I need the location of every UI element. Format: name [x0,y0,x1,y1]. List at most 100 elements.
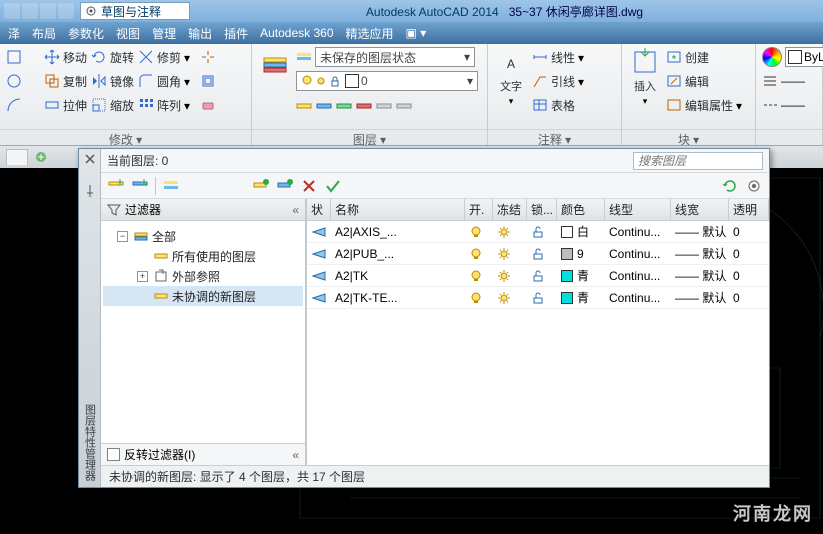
btn-polyline[interactable] [6,46,40,68]
settings-icon[interactable] [745,177,763,195]
tab-item[interactable]: 视图 [116,25,140,42]
stretch-button[interactable]: 拉伸 [44,94,87,116]
erase-icon[interactable] [200,94,218,116]
document-tab[interactable] [6,149,28,165]
edit-button[interactable]: 编辑 [666,70,748,92]
workspace-combo[interactable]: 草图与注释 [80,2,190,20]
panel-label-prop[interactable] [756,129,822,145]
editattr-button[interactable]: 编辑属性▾ [666,94,748,116]
col-trans[interactable]: 透明 [729,199,769,220]
panel-label-layer[interactable]: 图层 ▾ [252,129,487,145]
table-button[interactable]: 表格 [532,94,590,116]
qat-undo-icon[interactable] [40,3,56,19]
new-filter-icon[interactable] [107,177,125,195]
move-button[interactable]: 移动 [44,46,87,68]
mirror-button[interactable]: 镜像 [91,70,134,92]
array-button[interactable]: 阵列▾ [138,94,196,116]
qat-save-icon[interactable] [22,3,38,19]
rotate-button[interactable]: 旋转 [91,46,134,68]
qat-redo-icon[interactable] [58,3,74,19]
copy-button[interactable]: 复制 [44,70,87,92]
trim-button[interactable]: 修剪▾ [138,46,196,68]
new-layer-frozen-icon[interactable] [276,177,294,195]
layer-tool-icon[interactable] [316,98,332,114]
layer-tool-icon[interactable] [356,98,372,114]
col-freeze[interactable]: 冻结 [493,199,527,220]
layer-state-combo[interactable]: 未保存的图层状态▾ [315,47,475,67]
layer-tool-icon[interactable] [296,98,312,114]
tree-node[interactable]: 所有使用的图层 [103,246,303,266]
tab-overflow-icon[interactable]: ▣ ▾ [406,26,427,40]
sun-icon[interactable] [497,269,511,283]
tab-item[interactable]: 参数化 [68,25,104,42]
lock-icon[interactable] [531,291,545,305]
panel-label-annot[interactable]: 注释 ▾ [488,129,621,145]
delete-layer-icon[interactable] [300,177,318,195]
col-lweight[interactable]: 线宽 [671,199,729,220]
pin-icon[interactable] [82,183,98,199]
tab-item[interactable]: 插件 [224,25,248,42]
lock-icon[interactable] [531,225,545,239]
invert-checkbox[interactable] [107,448,120,461]
explode-icon[interactable] [200,46,218,68]
sun-icon[interactable] [497,225,511,239]
layer-tool-icon[interactable] [336,98,352,114]
layer-combo[interactable]: 0▾ [296,71,478,91]
create-button[interactable]: 创建 [666,46,748,68]
bulb-icon[interactable] [469,291,483,305]
filter-tree[interactable]: −全部所有使用的图层+外部参照未协调的新图层 [101,221,305,443]
bulb-icon[interactable] [469,225,483,239]
tab-item[interactable]: 泽 [8,25,20,42]
layer-row[interactable]: A2|TK-TE...青Continu...—— 默认0 [307,287,769,309]
panel-label-block[interactable]: 块 ▾ [622,129,755,145]
set-current-icon[interactable] [324,177,342,195]
tab-item[interactable]: 管理 [152,25,176,42]
tab-item[interactable]: 布局 [32,25,56,42]
sun-icon[interactable] [497,291,511,305]
layer-row[interactable]: A2|TK青Continu...—— 默认0 [307,265,769,287]
tab-add-icon[interactable] [34,150,48,164]
col-on[interactable]: 开. [465,199,493,220]
tree-node[interactable]: +外部参照 [103,266,303,286]
close-icon[interactable] [82,151,98,167]
tab-item[interactable]: Autodesk 360 [260,26,333,40]
layer-row[interactable]: A2|PUB_...9Continu...—— 默认0 [307,243,769,265]
bulb-icon[interactable] [469,247,483,261]
scale-button[interactable]: 缩放 [91,94,134,116]
lock-icon[interactable] [531,247,545,261]
btn-circle[interactable] [6,70,40,92]
color-combo[interactable]: ByLay [785,47,823,67]
tree-node[interactable]: −全部 [103,226,303,246]
tab-item[interactable]: 精选应用 [346,25,394,42]
layer-properties-button[interactable] [258,46,292,78]
linetype-combo[interactable]: —— [762,94,823,116]
new-layer-icon[interactable] [252,177,270,195]
sun-icon[interactable] [497,247,511,261]
bulb-icon[interactable] [469,269,483,283]
panel-label-modify[interactable]: 修改 ▾ [0,129,251,145]
fillet-button[interactable]: 圆角▾ [138,70,196,92]
tab-item[interactable]: 输出 [188,25,212,42]
col-name[interactable]: 名称 [331,199,465,220]
linear-button[interactable]: 线性▾ [532,46,590,68]
lineweight-combo[interactable]: —— [762,70,823,92]
refresh-icon[interactable] [721,177,739,195]
col-ltype[interactable]: 线型 [605,199,671,220]
offset-icon[interactable] [200,70,218,92]
insert-button[interactable]: 插入▾ [628,46,662,109]
btn-arc[interactable] [6,94,40,116]
layer-tool-icon[interactable] [376,98,392,114]
layer-states-icon[interactable] [162,177,180,195]
col-status[interactable]: 状 [307,199,331,220]
layer-tool-icon[interactable] [396,98,412,114]
qat-app-icon[interactable] [4,3,20,19]
new-group-icon[interactable] [131,177,149,195]
tree-node[interactable]: 未协调的新图层 [103,286,303,306]
text-button[interactable]: A 文字▾ [494,46,528,109]
leader-button[interactable]: 引线▾ [532,70,590,92]
search-input[interactable] [633,152,763,170]
col-lock[interactable]: 锁... [527,199,557,220]
lock-icon[interactable] [531,269,545,283]
layer-row[interactable]: A2|AXIS_...白Continu...—— 默认0 [307,221,769,243]
col-color[interactable]: 颜色 [557,199,605,220]
